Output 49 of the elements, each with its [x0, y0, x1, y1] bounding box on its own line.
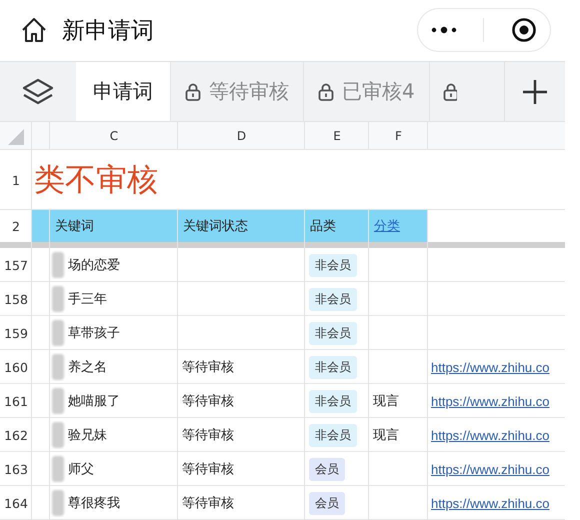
header-text: 品类	[310, 218, 336, 235]
category-tag: 非会员	[309, 288, 357, 310]
table-cell-text: 等待审核	[181, 495, 235, 513]
url-link[interactable]: https://www.zhihu.co	[431, 394, 550, 408]
keyword-text: 尊很疼我	[68, 495, 120, 512]
table-cell-text: 现言	[372, 393, 400, 411]
category-tag: 会员	[309, 492, 345, 514]
column-header: F	[394, 128, 403, 145]
keyword-text: 手三年	[68, 291, 107, 308]
header-text: 关键词	[55, 218, 94, 235]
row-number: 162	[3, 426, 29, 444]
category-tag: 非会员	[309, 254, 357, 276]
keyword-text: 验兄妹	[68, 427, 107, 444]
column-header: C	[108, 128, 120, 145]
row-number: 161	[3, 392, 29, 410]
row-number: 1	[11, 172, 21, 190]
column-header: E	[332, 128, 342, 145]
sheet-tab[interactable]: 申请词	[76, 62, 171, 121]
table-cell-text: 现言	[372, 427, 400, 445]
column-header: D	[236, 128, 248, 145]
url-link[interactable]: https://www.zhihu.co	[431, 496, 550, 510]
table-cell-text: 等待审核	[181, 427, 235, 445]
row-number: 163	[3, 460, 29, 478]
row-number: 160	[3, 358, 29, 376]
row-number: 164	[3, 494, 29, 512]
row-number: 157	[3, 256, 29, 274]
header-text: 关键词状态	[183, 218, 248, 235]
category-tag: 非会员	[309, 322, 357, 344]
url-link[interactable]: https://www.zhihu.co	[431, 462, 550, 476]
header-link[interactable]: 分类	[374, 217, 400, 235]
keyword-text: 师父	[68, 461, 94, 478]
keyword-text: 场的恋爱	[68, 257, 120, 274]
page-title: 新申请词	[62, 16, 155, 46]
table-cell-text: 等待审核	[181, 359, 235, 377]
keyword-text: 草带孩子	[68, 325, 120, 342]
keyword-text: 她喵服了	[68, 393, 120, 410]
sheet-title: 类不审核	[34, 161, 158, 200]
category-tag: 非会员	[309, 424, 357, 446]
keyword-text: 养之名	[68, 359, 107, 376]
row-number: 2	[11, 218, 21, 236]
table-cell-text: 等待审核	[181, 393, 235, 411]
row-number: 158	[3, 290, 29, 308]
category-tag: 会员	[309, 458, 345, 480]
category-tag: 非会员	[309, 356, 357, 378]
url-link[interactable]: https://www.zhihu.co	[431, 428, 550, 442]
table-cell-text: 等待审核	[181, 461, 235, 479]
row-number: 159	[3, 324, 29, 342]
category-tag: 非会员	[309, 390, 357, 412]
url-link[interactable]: https://www.zhihu.co	[431, 360, 550, 374]
